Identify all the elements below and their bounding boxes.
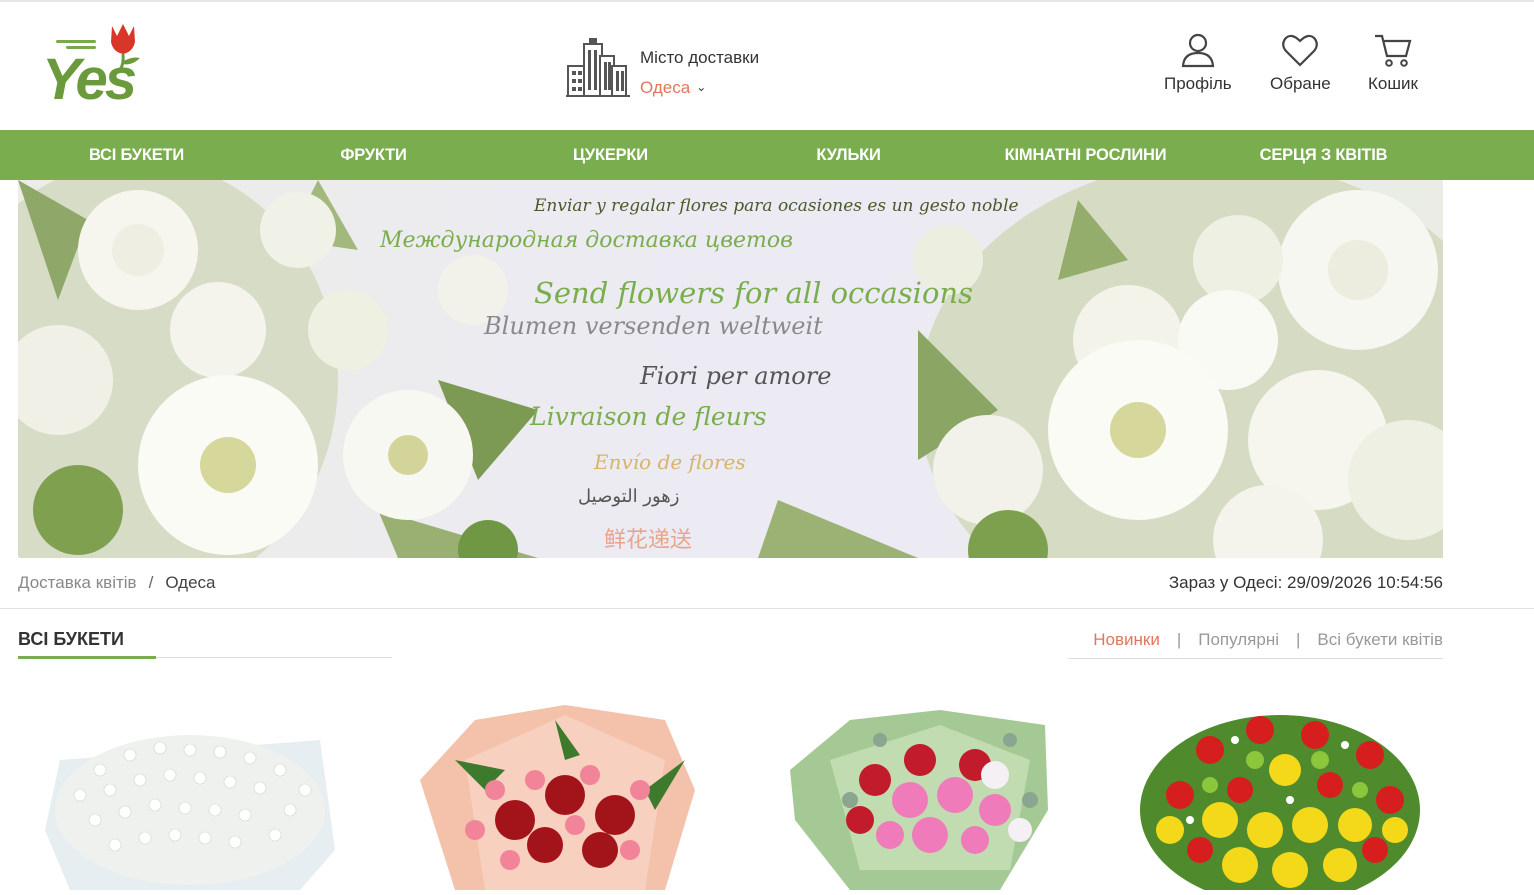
product-card[interactable] bbox=[790, 700, 1090, 890]
product-card[interactable] bbox=[415, 700, 715, 890]
nav-item-balloons[interactable]: КУЛЬКИ bbox=[730, 130, 967, 180]
banner-text-3: Send flowers for all occasions bbox=[534, 276, 973, 310]
tab-popular[interactable]: Популярні bbox=[1198, 630, 1279, 649]
hero-banner[interactable]: Enviar y regalar flores para ocasiones e… bbox=[18, 180, 1443, 558]
breadcrumb-separator: / bbox=[148, 573, 154, 592]
logo-text: Yes bbox=[42, 47, 137, 112]
profile-button[interactable]: Профіль bbox=[1164, 32, 1232, 94]
favorites-button[interactable]: Обране bbox=[1270, 32, 1331, 94]
product-card[interactable] bbox=[40, 700, 340, 890]
breadcrumb-home-link[interactable]: Доставка квітів bbox=[18, 573, 137, 592]
banner-text-7: Envío de flores bbox=[594, 450, 746, 474]
heart-icon bbox=[1282, 34, 1319, 67]
product-image-mixed-roses bbox=[790, 710, 1048, 890]
product-image-yellow-red-bouquet bbox=[1140, 715, 1420, 895]
divider bbox=[0, 608, 1534, 609]
tabs-underline bbox=[1068, 658, 1443, 659]
product-image-red-roses bbox=[420, 705, 695, 890]
tab-separator: | bbox=[1176, 630, 1182, 649]
city-label: Місто доставки bbox=[640, 48, 760, 67]
product-image-gypsophila bbox=[45, 735, 335, 890]
banner-text-1: Enviar y regalar flores para ocasiones e… bbox=[534, 196, 1019, 216]
banner-text-4: Blumen versenden weltweit bbox=[484, 312, 823, 340]
nav-item-house-plants[interactable]: КІМНАТНІ РОСЛИНИ bbox=[967, 130, 1204, 180]
city-buildings-icon bbox=[566, 38, 630, 97]
nav-item-candies[interactable]: ЦУКЕРКИ bbox=[492, 130, 729, 180]
site-header: Yes Місто доставки Одеса ⌄ Профіль Обран… bbox=[0, 2, 1534, 130]
section-title: ВСІ БУКЕТИ bbox=[18, 629, 124, 649]
breadcrumb-current: Одеса bbox=[165, 573, 216, 592]
chevron-down-icon: ⌄ bbox=[696, 80, 707, 94]
tab-separator: | bbox=[1296, 630, 1301, 649]
banner-text-9: 鲜花递送 bbox=[604, 528, 693, 553]
breadcrumb: Доставка квітів / Одеса bbox=[18, 573, 216, 593]
section-title-accent bbox=[18, 656, 156, 659]
cart-icon bbox=[1374, 34, 1412, 67]
user-icon bbox=[1181, 33, 1215, 68]
banner-text-5: Fiori per amore bbox=[640, 362, 832, 390]
city-value: Одеса bbox=[640, 78, 691, 97]
profile-label: Профіль bbox=[1164, 74, 1232, 93]
banner-text-8: زهور التوصيل bbox=[578, 486, 680, 507]
logo[interactable]: Yes bbox=[40, 22, 150, 114]
cart-label: Кошик bbox=[1368, 74, 1418, 93]
right-bouquet-image bbox=[758, 180, 1443, 558]
banner-text-2: Международная доставка цветов bbox=[380, 228, 793, 253]
category-nav: ВСІ БУКЕТИ ФРУКТИ ЦУКЕРКИ КУЛЬКИ КІМНАТН… bbox=[0, 130, 1534, 180]
cart-button[interactable]: Кошик bbox=[1368, 32, 1418, 94]
nav-item-fruits[interactable]: ФРУКТИ bbox=[255, 130, 492, 180]
banner-text-6: Livraison de fleurs bbox=[530, 402, 767, 431]
city-dropdown[interactable]: Одеса ⌄ bbox=[640, 78, 706, 98]
favorites-label: Обране bbox=[1270, 74, 1331, 93]
local-time: Зараз у Одесі: 29/09/2026 10:54:56 bbox=[1168, 573, 1443, 592]
delivery-city-selector[interactable]: Місто доставки Одеса ⌄ bbox=[566, 36, 826, 102]
product-card[interactable] bbox=[1140, 700, 1440, 895]
nav-item-all-bouquets[interactable]: ВСІ БУКЕТИ bbox=[18, 130, 255, 180]
nav-item-flower-hearts[interactable]: СЕРЦЯ З КВІТІВ bbox=[1205, 130, 1442, 180]
tab-all-bouquets[interactable]: Всі букети квітів bbox=[1317, 630, 1443, 649]
sort-tabs: Новинки | Популярні | Всі букети квітів bbox=[1093, 630, 1443, 650]
tab-new[interactable]: Новинки bbox=[1093, 630, 1160, 649]
